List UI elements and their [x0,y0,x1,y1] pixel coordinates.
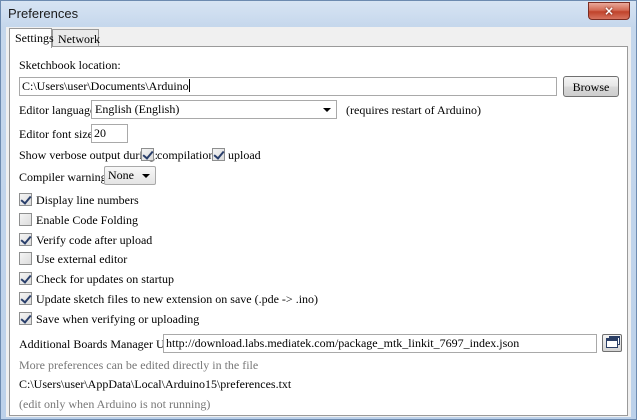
use-external-editor-checkbox[interactable] [19,252,32,265]
settings-panel: Sketchbook location: C:\Users\user\Docum… [9,46,628,416]
verbose-compilation-label: compilation [157,148,215,162]
compiler-warnings-label: Compiler warnings: [19,170,115,184]
boards-url-input[interactable]: http://download.labs.mediatek.com/packag… [163,334,597,353]
option-label: Enable Code Folding [36,213,138,227]
window-title: Preferences [8,6,79,21]
client-area: Settings Network Sketchbook location: C:… [6,27,631,417]
language-restart-note: (requires restart of Arduino) [346,103,481,117]
chevron-down-icon [142,174,150,178]
update-extension-checkbox[interactable] [19,292,32,305]
option-label: Verify code after upload [36,233,153,247]
option-label: Use external editor [36,252,128,266]
enable-code-folding-checkbox[interactable] [19,213,32,226]
edit-only-note: (edit only when Arduino is not running) [19,397,211,411]
sketchbook-location-input[interactable]: C:\Users\user\Documents\Arduino [19,77,557,96]
display-line-numbers-checkbox[interactable] [19,193,32,206]
font-size-label: Editor font size: [19,127,97,141]
verbose-upload-checkbox[interactable] [212,148,225,161]
save-when-verifying-checkbox[interactable] [19,312,32,325]
close-icon: × [603,4,615,18]
option-label: Update sketch files to new extension on … [36,292,319,306]
verbose-upload-label: upload [228,148,261,162]
option-label: Save when verifying or uploading [36,312,200,326]
chevron-down-icon [323,108,331,112]
sketchbook-label: Sketchbook location: [19,58,121,72]
tab-network[interactable]: Network [52,29,100,47]
browse-button[interactable]: Browse [563,76,619,97]
editor-language-select[interactable]: English (English) [91,100,337,119]
option-label: Check for updates on startup [36,272,174,286]
window-icon [606,338,618,348]
close-button[interactable]: × [588,2,630,20]
verbose-output-label: Show verbose output during: [19,148,158,162]
boards-url-editor-button[interactable] [602,334,622,352]
font-size-input[interactable]: 20 [91,124,128,143]
more-preferences-note: More preferences can be edited directly … [19,358,259,372]
tab-settings[interactable]: Settings [9,28,54,48]
compiler-warnings-select[interactable]: None [104,166,156,185]
title-bar[interactable]: Preferences × [1,1,636,27]
verbose-compilation-checkbox[interactable] [141,148,154,161]
preferences-file-path[interactable]: C:\Users\user\AppData\Local\Arduino15\pr… [19,377,291,392]
text-caret [188,79,190,92]
verify-after-upload-checkbox[interactable] [19,233,32,246]
check-updates-checkbox[interactable] [19,272,32,285]
preferences-window: Preferences × Settings Network Sketchboo… [0,0,637,420]
editor-language-label: Editor language: [19,103,99,117]
option-label: Display line numbers [36,193,139,207]
